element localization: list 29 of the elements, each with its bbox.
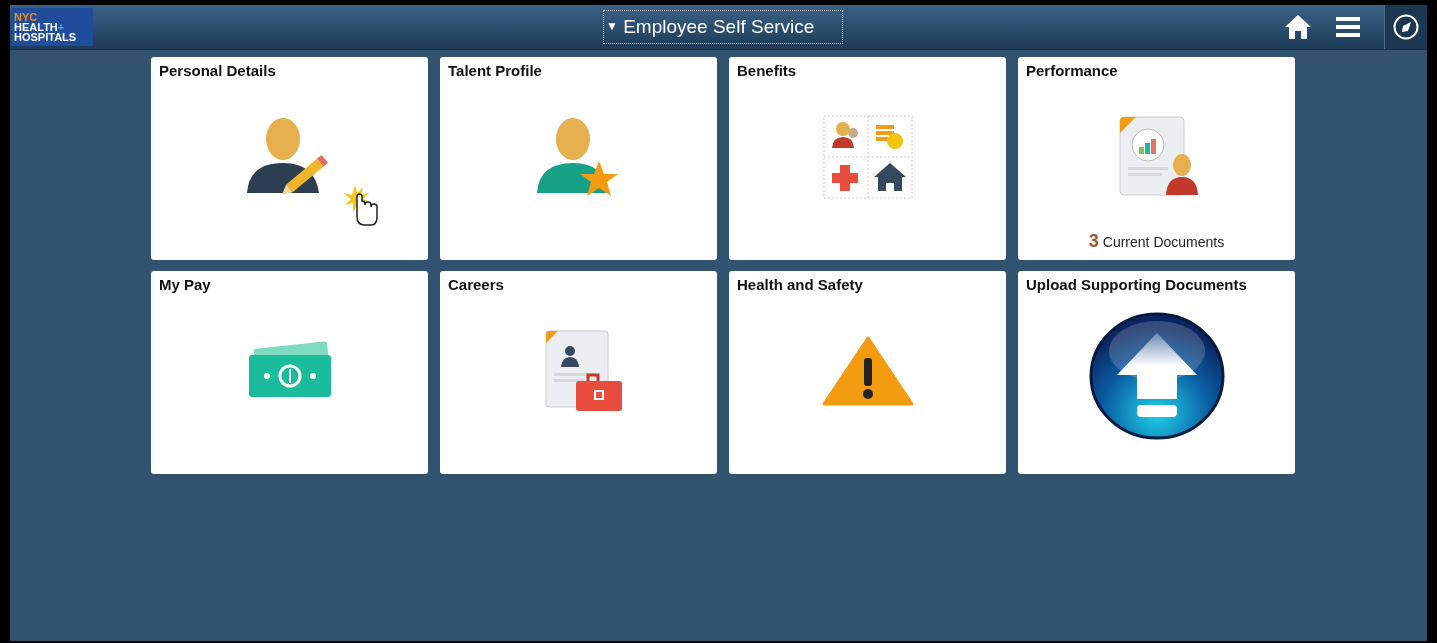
- tile-title: Performance: [1026, 62, 1118, 79]
- upload-icon: [1088, 311, 1225, 441]
- tile[interactable]: Performance 3 Current Documents: [1018, 57, 1295, 260]
- warning-icon: [821, 336, 914, 406]
- tile-title: Benefits: [737, 62, 797, 79]
- logo-text: HEALTH+: [14, 22, 66, 32]
- menu-icon[interactable]: [1336, 17, 1360, 37]
- home-icon[interactable]: [1284, 14, 1312, 40]
- tile-title: Upload Supporting Documents: [1026, 276, 1247, 293]
- logo-text: NYC: [14, 12, 39, 22]
- compass-icon[interactable]: [1393, 14, 1419, 40]
- tile[interactable]: Benefits: [729, 57, 1006, 260]
- count-label: Current Documents: [1102, 234, 1225, 250]
- tile[interactable]: Careers: [440, 271, 717, 474]
- tile[interactable]: My Pay: [151, 271, 428, 474]
- homepage-selector[interactable]: $^{▼}$ Employee Self Service: [603, 10, 843, 44]
- tile-title: Talent Profile: [448, 62, 542, 79]
- tile-title: Health and Safety: [737, 276, 863, 293]
- tile[interactable]: Upload Supporting Documents: [1018, 271, 1295, 474]
- tile[interactable]: Talent Profile: [440, 57, 717, 260]
- tile-title: My Pay: [159, 276, 211, 293]
- tile-title: Personal Details: [159, 62, 276, 79]
- benefits-grid-icon: [822, 115, 913, 199]
- logo[interactable]: NYC HEALTH+ HOSPITALS: [11, 8, 93, 46]
- tile-title: Careers: [448, 276, 504, 293]
- logo-text: HOSPITALS: [14, 32, 78, 42]
- tile[interactable]: Health and Safety: [729, 271, 1006, 474]
- tile[interactable]: Personal Details: [151, 57, 428, 260]
- document-count: 3: [1088, 231, 1099, 252]
